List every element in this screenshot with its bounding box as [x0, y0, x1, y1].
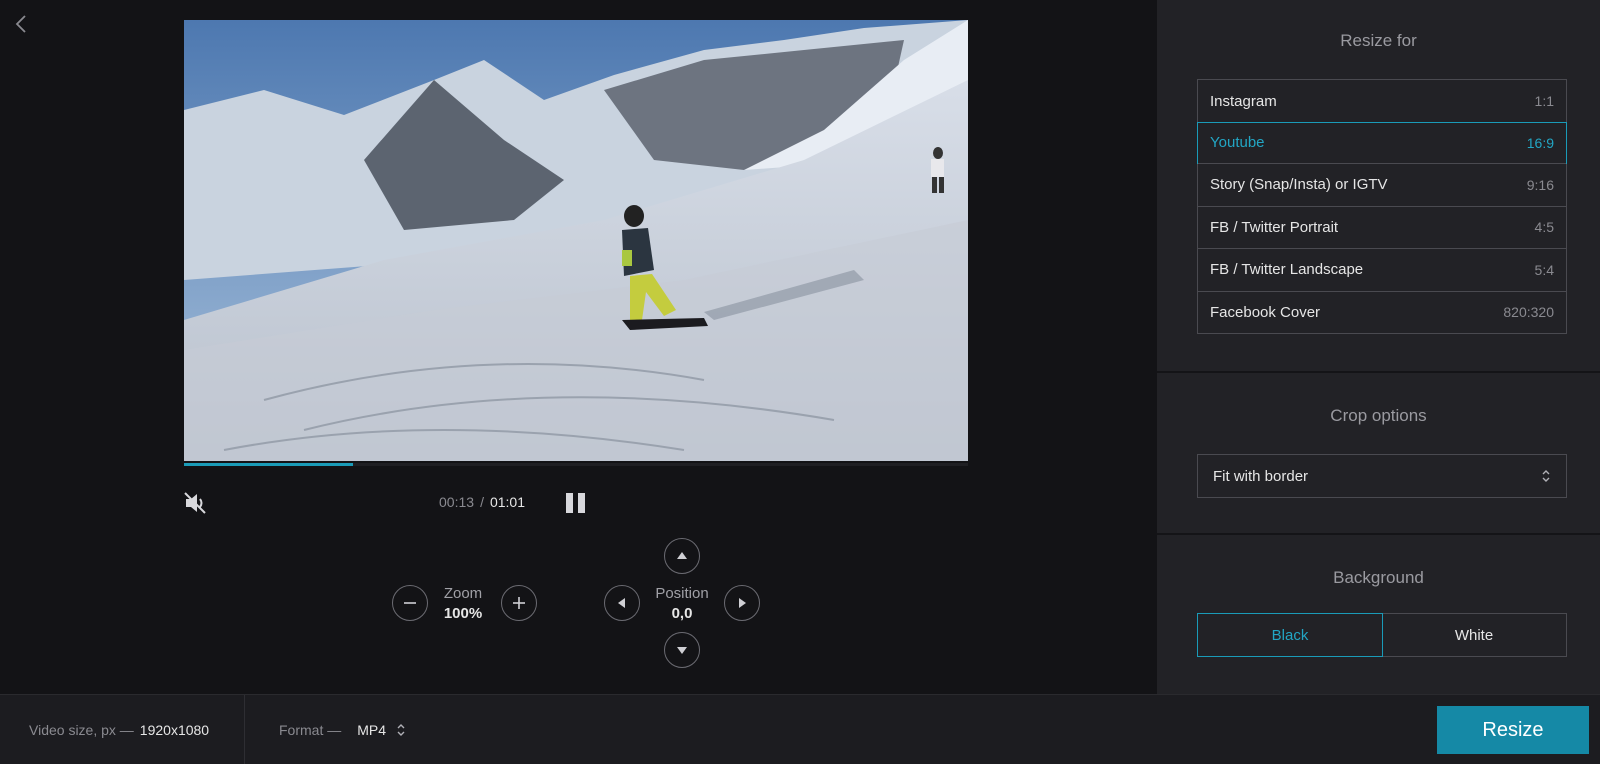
plus-icon: [513, 597, 525, 609]
position-value: 0,0: [671, 605, 693, 622]
minus-icon: [404, 602, 416, 604]
sort-arrows-icon: [397, 724, 405, 736]
preset-youtube[interactable]: Youtube 16:9: [1197, 121, 1567, 164]
zoom-in-button[interactable]: [501, 585, 537, 621]
preset-ratio: 1:1: [1534, 93, 1554, 110]
zoom-out-button[interactable]: [392, 585, 428, 621]
format-label: Format —: [279, 722, 342, 738]
time-separator: /: [480, 494, 484, 510]
footer-bar: Video size, px — 1920x1080 Format — MP4 …: [0, 694, 1600, 764]
preset-instagram[interactable]: Instagram 1:1: [1198, 80, 1566, 123]
resize-for-title: Resize for: [1340, 31, 1417, 50]
back-button[interactable]: [10, 12, 34, 36]
pause-icon: [566, 493, 585, 513]
preset-label: FB / Twitter Landscape: [1210, 261, 1364, 279]
preset-ratio: 4:5: [1534, 219, 1554, 236]
current-time: 00:13: [439, 494, 475, 510]
preset-ratio: 5:4: [1534, 261, 1554, 278]
preset-label: Facebook Cover: [1210, 303, 1321, 321]
preset-ratio: 16:9: [1526, 134, 1554, 151]
preset-list: Instagram 1:1 Youtube 16:9 Story (Snap/I…: [1197, 79, 1567, 334]
pause-button[interactable]: [564, 492, 588, 514]
background-toggle: Black White: [1197, 613, 1567, 657]
resize-for-section: Resize for Instagram 1:1 Youtube 16:9 St…: [1157, 0, 1600, 373]
move-down-button[interactable]: [664, 632, 700, 668]
arrow-left-icon: [618, 598, 625, 608]
arrow-right-icon: [739, 598, 746, 608]
video-preview: [184, 20, 968, 461]
format-select[interactable]: MP4: [357, 722, 406, 738]
background-title: Background: [1333, 568, 1424, 587]
video-size-value: 1920x1080: [139, 722, 210, 738]
background-section: Background Black White: [1157, 535, 1600, 694]
preset-label: Story (Snap/Insta) or IGTV: [1210, 176, 1388, 194]
preset-label: FB / Twitter Portrait: [1210, 218, 1339, 236]
preset-fb-twitter-portrait[interactable]: FB / Twitter Portrait 4:5: [1198, 205, 1566, 249]
resize-button[interactable]: Resize: [1437, 706, 1589, 754]
crop-options-title: Crop options: [1330, 406, 1427, 425]
video-size-label: Video size, px —: [29, 722, 134, 738]
footer-divider: [244, 695, 245, 764]
total-time: 01:01: [489, 494, 525, 510]
progress-fill: [184, 463, 353, 466]
mute-icon: [184, 492, 206, 514]
preset-label: Youtube: [1210, 134, 1265, 152]
video-size-info: Video size, px — 1920x1080: [29, 695, 209, 764]
preset-facebook-cover[interactable]: Facebook Cover 820:320: [1198, 290, 1566, 334]
background-white-option[interactable]: White: [1382, 614, 1566, 656]
back-arrow-icon: [15, 15, 26, 33]
settings-sidebar: Resize for Instagram 1:1 Youtube 16:9 St…: [1157, 0, 1600, 694]
time-display: 00:13 / 01:01: [439, 494, 525, 510]
preset-fb-twitter-landscape[interactable]: FB / Twitter Landscape 5:4: [1198, 248, 1566, 291]
move-left-button[interactable]: [604, 585, 640, 621]
preset-label: Instagram: [1210, 92, 1277, 110]
crop-select-value: Fit with border: [1213, 467, 1309, 485]
preset-ratio: 9:16: [1526, 176, 1554, 193]
background-black-option[interactable]: Black: [1197, 613, 1383, 657]
move-right-button[interactable]: [724, 585, 760, 621]
preset-story[interactable]: Story (Snap/Insta) or IGTV 9:16: [1198, 163, 1566, 206]
zoom-label: Zoom: [443, 585, 483, 602]
crop-select[interactable]: Fit with border: [1197, 454, 1567, 498]
progress-bar[interactable]: [184, 463, 968, 466]
sort-arrows-icon: [1542, 470, 1550, 482]
move-up-button[interactable]: [664, 538, 700, 574]
arrow-down-icon: [677, 647, 687, 654]
preset-ratio: 820:320: [1503, 304, 1554, 321]
mute-button[interactable]: [182, 490, 208, 516]
editor-area: 00:13 / 01:01 Zoom 100% Position 0,0: [0, 0, 1157, 694]
crop-options-section: Crop options Fit with border: [1157, 373, 1600, 535]
zoom-value: 100%: [443, 605, 483, 622]
position-label: Position: [655, 585, 709, 602]
format-info: Format — MP4: [279, 695, 406, 764]
arrow-up-icon: [677, 552, 687, 559]
format-value: MP4: [357, 722, 387, 738]
